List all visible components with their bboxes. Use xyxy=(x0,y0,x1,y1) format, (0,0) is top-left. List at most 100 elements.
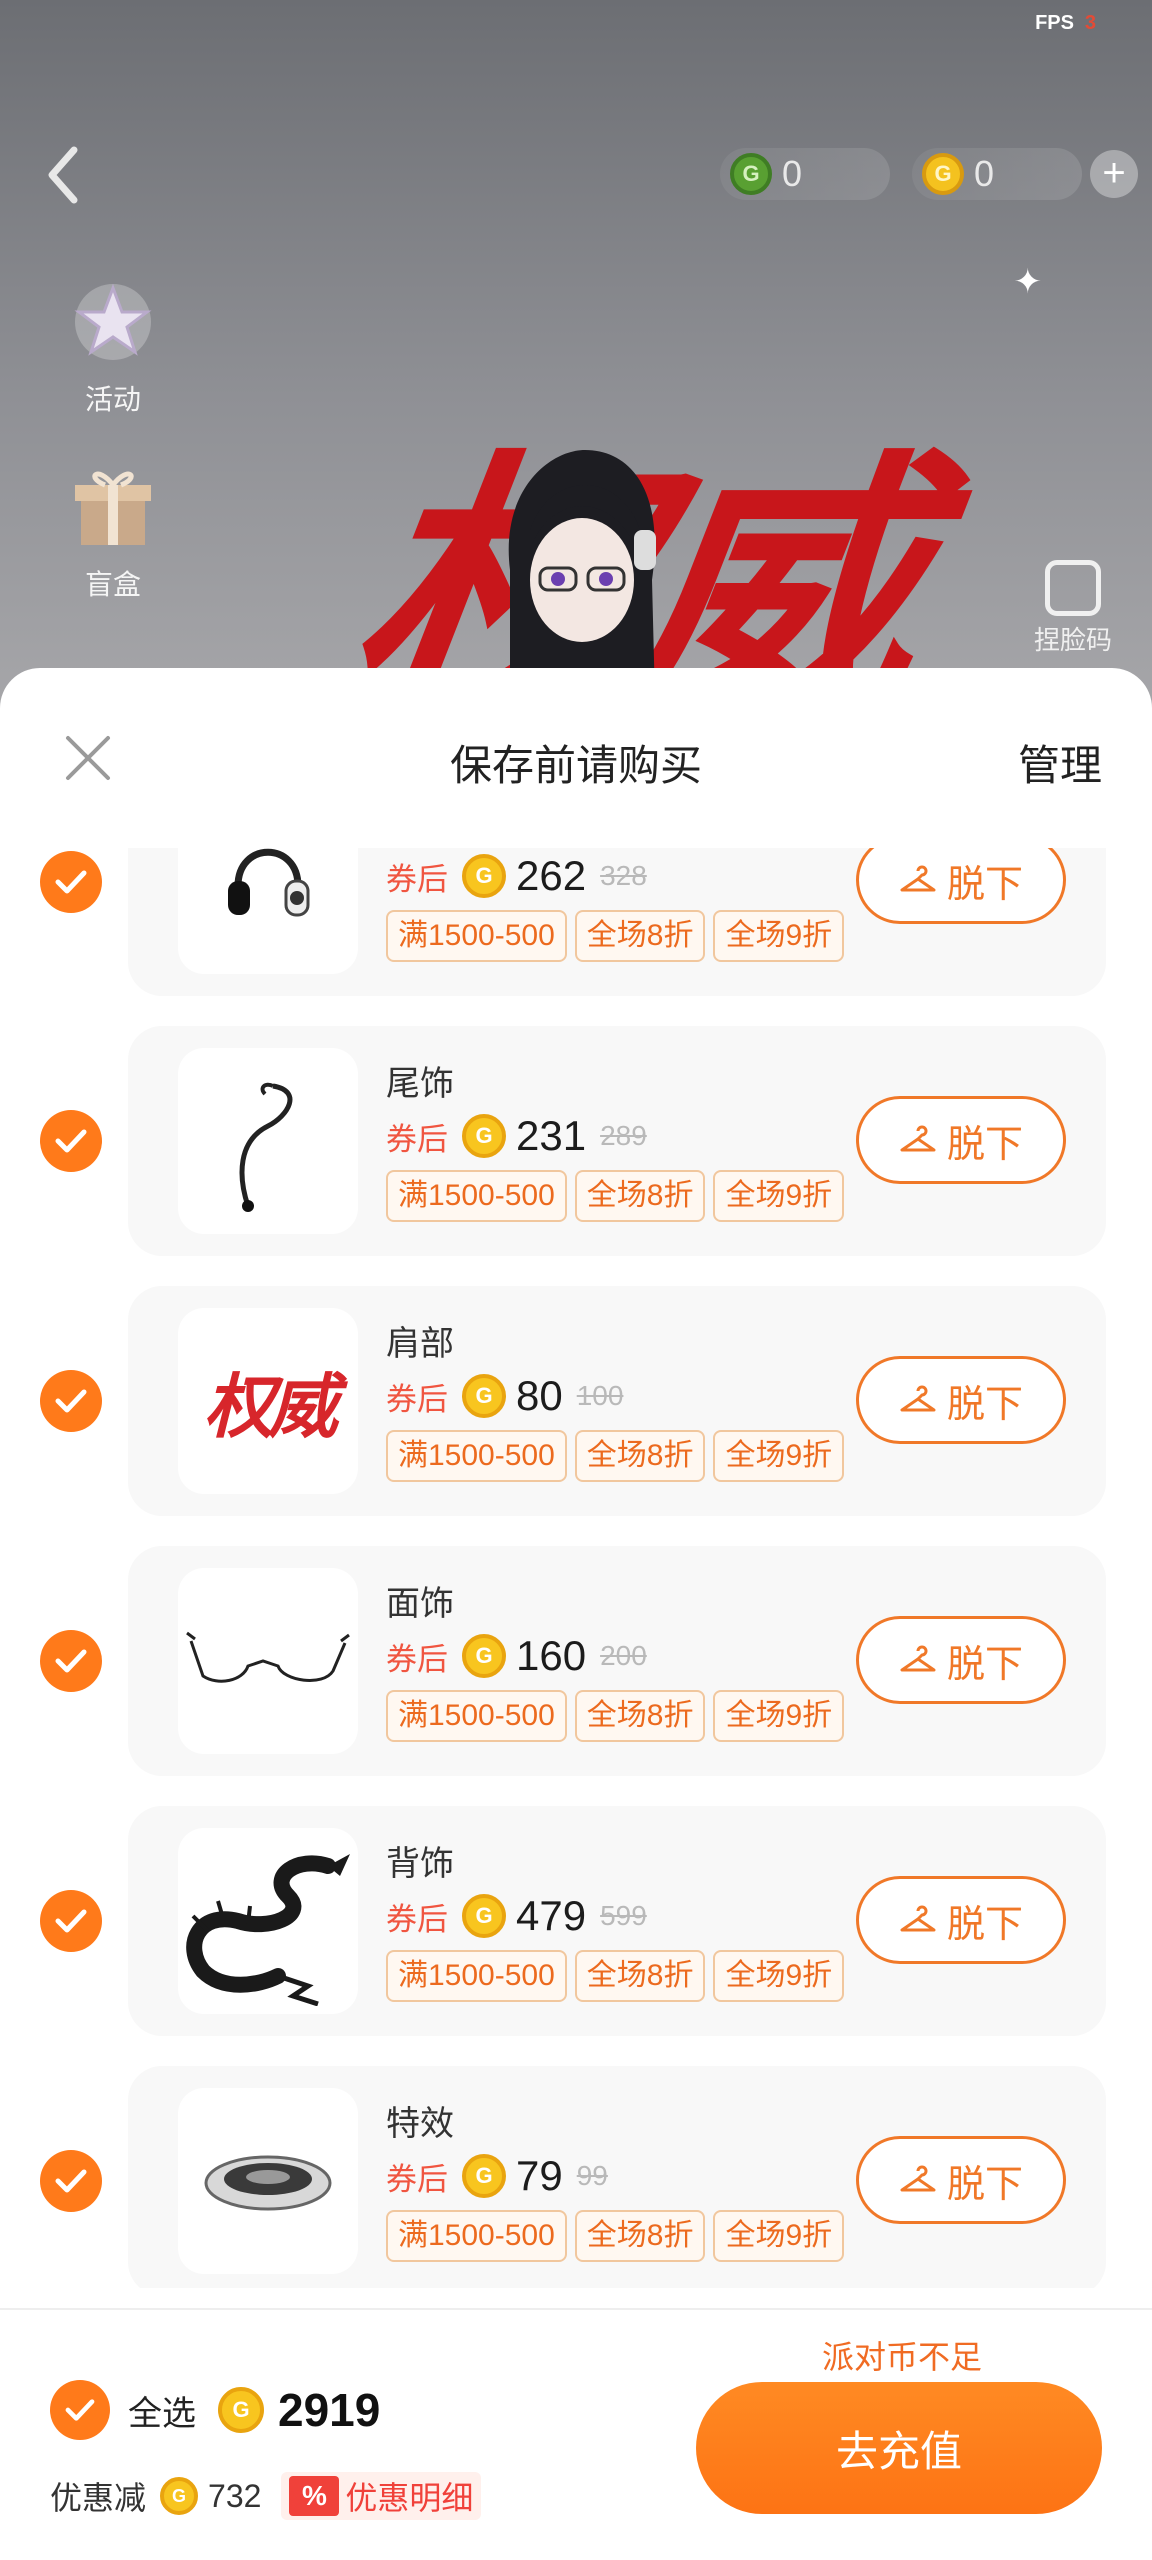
take-off-button[interactable]: 脱下 xyxy=(856,1356,1066,1444)
take-off-label: 脱下 xyxy=(946,1383,1023,1426)
item-checkbox[interactable] xyxy=(40,1890,102,1952)
gold-currency: G 0 xyxy=(912,148,1082,200)
purchase-sheet: 保存前请购买 管理 券后 G 262 328 满1500-500 全场8折 全场… xyxy=(0,668,1152,2560)
hanger-icon xyxy=(900,1385,936,1412)
hanger-icon xyxy=(900,2165,936,2192)
item-original-price: 328 xyxy=(600,860,647,891)
item-price: 479 xyxy=(516,1892,587,1939)
side-activity-label: 活动 xyxy=(84,384,141,415)
item-original-price: 599 xyxy=(600,1900,647,1931)
side-activity[interactable]: 活动 xyxy=(58,270,168,418)
take-off-label: 脱下 xyxy=(946,863,1023,906)
select-all-toggle[interactable]: 全选 G 2919 xyxy=(50,2380,380,2440)
promo-tag: 全场9折 xyxy=(713,1690,845,1742)
item-checkbox[interactable] xyxy=(40,851,102,913)
promo-tag: 满1500-500 xyxy=(386,910,567,962)
effect-disc-icon xyxy=(178,2088,358,2274)
item-checkbox[interactable] xyxy=(40,2150,102,2212)
promo-tag: 全场8折 xyxy=(574,910,706,962)
item-name: 特效 xyxy=(386,2105,454,2143)
fps-label: FPS xyxy=(1035,12,1074,34)
green-coin-icon: G xyxy=(730,153,772,195)
item-name: 面饰 xyxy=(386,1585,454,1623)
green-currency: G 0 xyxy=(720,148,890,200)
list-item: 背饰 券后 G 479 599 满1500-500 全场8折 全场9折 脱下 xyxy=(0,1806,1152,2036)
coin-icon: G xyxy=(462,1634,506,1678)
coin-icon: G xyxy=(218,2387,264,2433)
game-scene: FPS 3 G 0 G 0 + ✦ 活动 盲盒 权威 xyxy=(0,0,1152,720)
after-coupon-label: 券后 xyxy=(386,1901,448,1937)
add-currency-button[interactable]: + xyxy=(1090,150,1138,198)
after-coupon-label: 券后 xyxy=(386,2161,448,2197)
promo-tag: 满1500-500 xyxy=(386,1690,567,1742)
price-row: 券后 G 160 200 xyxy=(386,1628,647,1684)
take-off-label: 脱下 xyxy=(946,2163,1023,2206)
discount-amount: 732 xyxy=(208,2477,262,2514)
coin-icon: G xyxy=(462,2154,506,2198)
edit-icon xyxy=(1045,560,1101,616)
after-coupon-label: 券后 xyxy=(386,1121,448,1157)
item-card: 特效 券后 G 79 99 满1500-500 全场8折 全场9折 脱下 xyxy=(128,2066,1106,2288)
side-blind-box[interactable]: 盲盒 xyxy=(58,455,168,603)
take-off-label: 脱下 xyxy=(946,1123,1023,1166)
item-card: 权威 肩部 券后 G 80 100 满1500-500 全场8折 全场9折 脱下 xyxy=(128,1286,1106,1516)
take-off-button[interactable]: 脱下 xyxy=(856,1616,1066,1704)
item-price: 80 xyxy=(516,1372,563,1419)
coin-icon: G xyxy=(160,2477,199,2515)
item-card: 面饰 券后 G 160 200 满1500-500 全场8折 全场9折 脱下 xyxy=(128,1546,1106,1776)
item-card: 券后 G 262 328 满1500-500 全场8折 全场9折 脱下 xyxy=(128,848,1106,996)
item-checkbox[interactable] xyxy=(40,1370,102,1432)
item-card: 背饰 券后 G 479 599 满1500-500 全场8折 全场9折 脱下 xyxy=(128,1806,1106,2036)
promo-tag: 全场9折 xyxy=(713,1430,845,1482)
item-name: 肩部 xyxy=(386,1325,454,1363)
item-list[interactable]: 券后 G 262 328 满1500-500 全场8折 全场9折 脱下 尾饰 券… xyxy=(0,848,1152,2288)
promo-tag: 满1500-500 xyxy=(386,2210,567,2262)
sheet-header: 保存前请购买 管理 xyxy=(0,668,1152,848)
hanger-icon xyxy=(900,865,936,892)
manage-button[interactable]: 管理 xyxy=(1018,732,1102,793)
list-item: 尾饰 券后 G 231 289 满1500-500 全场8折 全场9折 脱下 xyxy=(0,1026,1152,1256)
sparkle-icon: ✦ xyxy=(1013,263,1043,301)
coin-icon: G xyxy=(462,1894,506,1938)
after-coupon-label: 券后 xyxy=(386,1381,448,1417)
promo-tag: 全场9折 xyxy=(713,1170,845,1222)
select-all-checkbox[interactable] xyxy=(50,2380,110,2440)
promo-tag: 满1500-500 xyxy=(386,1170,567,1222)
take-off-button[interactable]: 脱下 xyxy=(856,848,1066,924)
sheet-title: 保存前请购买 xyxy=(449,742,702,789)
list-item: 券后 G 262 328 满1500-500 全场8折 全场9折 脱下 xyxy=(0,848,1152,996)
promo-tag: 全场8折 xyxy=(574,2210,706,2262)
price-row: 券后 G 80 100 xyxy=(386,1368,623,1424)
promo-tag: 全场8折 xyxy=(574,1170,706,1222)
tail-icon xyxy=(178,1048,358,1234)
price-row: 券后 G 262 328 xyxy=(386,848,647,904)
item-checkbox[interactable] xyxy=(40,1110,102,1172)
price-row: 券后 G 79 99 xyxy=(386,2148,608,2204)
price-row: 券后 G 231 289 xyxy=(386,1108,647,1164)
dragon-icon xyxy=(178,1828,358,2014)
hanger-icon xyxy=(900,1905,936,1932)
hanger-icon xyxy=(900,1645,936,1672)
face-code-button[interactable]: 捏脸码 xyxy=(1008,560,1138,657)
take-off-label: 脱下 xyxy=(946,1643,1023,1686)
item-name: 尾饰 xyxy=(386,1065,454,1103)
discount-detail-button[interactable]: % 优惠明细 xyxy=(281,2472,482,2520)
checkout-footer: 派对币不足 全选 G 2919 优惠减 G 732 % 优惠明细 去充值 xyxy=(0,2308,1152,2560)
insufficient-balance-notice: 派对币不足 xyxy=(821,2339,982,2375)
back-arrow-icon[interactable] xyxy=(40,140,90,210)
select-all-label: 全选 xyxy=(128,2394,196,2433)
item-original-price: 200 xyxy=(600,1640,647,1671)
recharge-button[interactable]: 去充值 xyxy=(696,2382,1102,2514)
item-original-price: 289 xyxy=(600,1120,647,1151)
take-off-label: 脱下 xyxy=(946,1903,1023,1946)
promo-tag: 全场8折 xyxy=(574,1430,706,1482)
item-price: 79 xyxy=(516,2152,563,2199)
glasses-icon xyxy=(178,1568,358,1754)
item-checkbox[interactable] xyxy=(40,1630,102,1692)
take-off-button[interactable]: 脱下 xyxy=(856,1876,1066,1964)
coin-icon: G xyxy=(462,1374,506,1418)
take-off-button[interactable]: 脱下 xyxy=(856,2136,1066,2224)
shoulder-text-icon: 权威 xyxy=(178,1308,358,1494)
take-off-button[interactable]: 脱下 xyxy=(856,1096,1066,1184)
hanger-icon xyxy=(900,1125,936,1152)
